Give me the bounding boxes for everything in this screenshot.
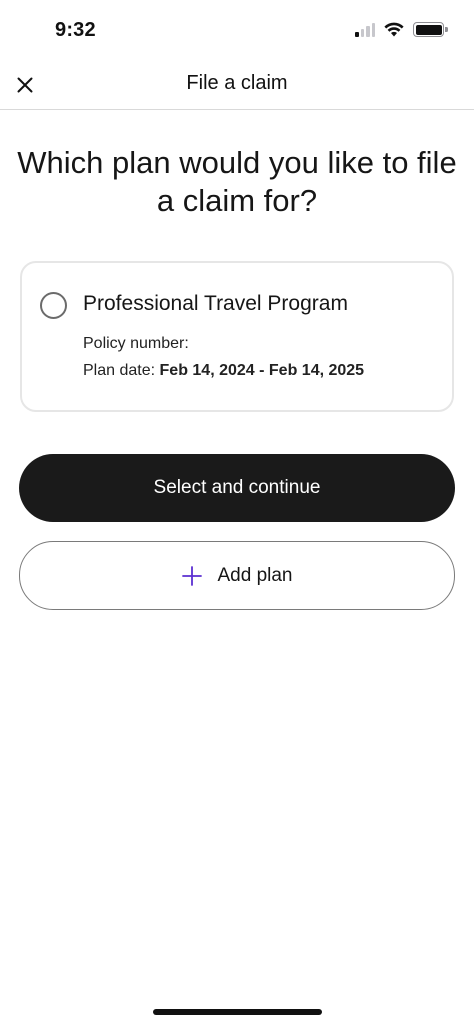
cellular-signal-icon: [355, 22, 375, 37]
screen: 9:32 File a claim Which plan would you l…: [0, 0, 474, 1025]
policy-number-label: Policy number:: [83, 335, 189, 352]
plan-radio-button[interactable]: [40, 292, 67, 319]
policy-number-row: Policy number:: [83, 335, 189, 353]
plan-date-label: Plan date:: [83, 362, 156, 379]
status-time: 9:32: [55, 19, 96, 41]
plan-question-heading: Which plan would you like to file a clai…: [17, 145, 457, 218]
nav-header: File a claim: [0, 60, 474, 110]
add-plan-label: Add plan: [217, 564, 293, 586]
plus-icon: [181, 565, 203, 587]
status-icons: [355, 22, 448, 37]
select-and-continue-button[interactable]: Select and continue: [19, 454, 455, 522]
battery-icon: [413, 22, 448, 37]
plan-option-card[interactable]: Professional Travel Program Policy numbe…: [20, 261, 454, 412]
select-and-continue-label: Select and continue: [153, 477, 321, 498]
page-title: File a claim: [186, 72, 288, 94]
plan-date-row: Plan date: Feb 14, 2024 - Feb 14, 2025: [83, 362, 364, 380]
plan-date-value: Feb 14, 2024 - Feb 14, 2025: [159, 362, 365, 379]
status-bar: 9:32: [0, 0, 474, 60]
add-plan-button[interactable]: Add plan: [19, 541, 455, 610]
plan-name: Professional Travel Program: [83, 292, 348, 315]
wifi-icon: [384, 22, 404, 37]
home-indicator[interactable]: [153, 1009, 322, 1015]
